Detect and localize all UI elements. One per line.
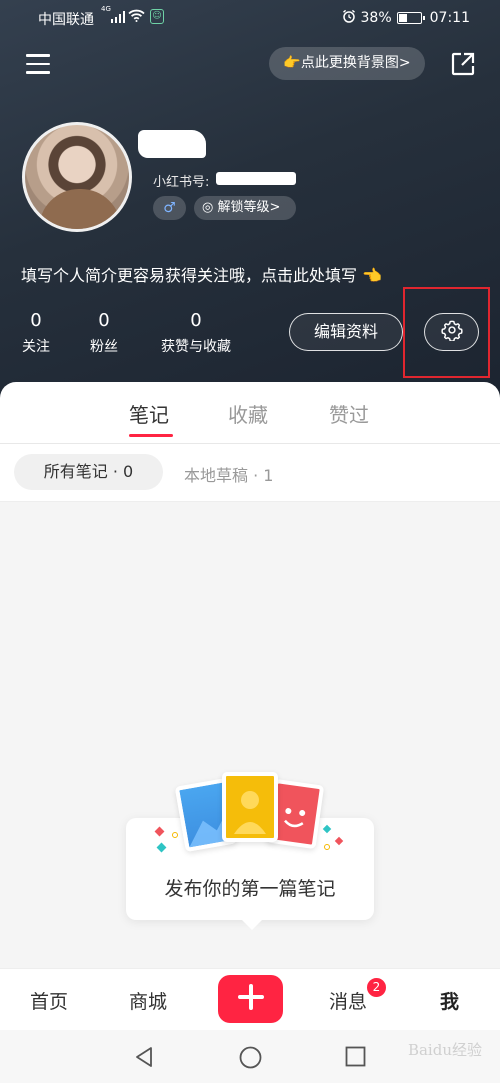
- tab-messages[interactable]: 消息: [329, 987, 367, 1014]
- username-redacted: [138, 130, 206, 158]
- watermark-logo: Baidu经验: [407, 1041, 482, 1059]
- recents-icon[interactable]: [345, 1046, 366, 1071]
- clock: 07:11: [429, 10, 470, 26]
- gender-male-icon: ♂: [153, 196, 186, 220]
- stat-value: 0: [30, 310, 42, 331]
- edit-profile-button[interactable]: 编辑资料: [289, 313, 403, 351]
- alarm-icon: [342, 9, 356, 27]
- confetti-icon: [334, 836, 344, 846]
- change-background-button[interactable]: 👉点此更换背景图>: [269, 47, 425, 80]
- unlock-level-button[interactable]: ◎ 解锁等级>: [194, 196, 296, 220]
- message-count-badge: 2: [366, 977, 387, 998]
- tab-me[interactable]: 我: [440, 987, 459, 1014]
- tab-collections[interactable]: 收藏: [228, 399, 268, 428]
- wifi-icon: [128, 9, 145, 26]
- network-type: 4G: [101, 5, 111, 13]
- signal-icon: [111, 11, 125, 23]
- stat-likes-collects[interactable]: 0 获赞与收藏: [158, 310, 234, 356]
- tab-active-indicator: [129, 434, 173, 437]
- app-notification-icon: ☺: [150, 9, 164, 24]
- tab-home[interactable]: 首页: [30, 987, 68, 1014]
- filter-local-drafts[interactable]: 本地草稿 · 1: [184, 462, 273, 486]
- tab-mall[interactable]: 商城: [129, 987, 167, 1014]
- bio-prompt[interactable]: 填写个人简介更容易获得关注哦，点击此处填写 👈: [21, 262, 382, 286]
- confetti-icon: [154, 826, 165, 837]
- annotation-highlight-box: [403, 287, 490, 378]
- status-right: 38% 07:11: [342, 9, 470, 27]
- red-id-label: 小红书号:: [153, 175, 210, 190]
- menu-icon[interactable]: [26, 54, 50, 74]
- confetti-icon: [324, 844, 330, 850]
- stat-label: 获赞与收藏: [161, 339, 231, 355]
- tab-notes[interactable]: 笔记: [129, 399, 169, 428]
- stat-value: 0: [98, 310, 110, 331]
- plus-icon: [237, 984, 264, 1014]
- publish-button[interactable]: [218, 975, 283, 1023]
- profile-header: 中国联通 4G ☺ 38% 07:11 👉点此更换背景图> 小红书号: ♂ ◎ …: [0, 0, 500, 400]
- stat-following[interactable]: 0 关注: [22, 310, 50, 356]
- yellow-photo-icon: [222, 772, 278, 842]
- unlock-level-label: 解锁等级>: [217, 200, 281, 215]
- confetti-icon: [172, 832, 178, 838]
- battery-percent: 38%: [360, 10, 392, 26]
- tab-liked[interactable]: 赞过: [329, 399, 369, 428]
- note-filters: 所有笔记 · 0 本地草稿 · 1: [0, 444, 500, 502]
- confetti-icon: [322, 824, 332, 834]
- share-icon[interactable]: [450, 51, 476, 77]
- system-navigation-bar: Baidu经验: [0, 1030, 500, 1083]
- status-bar: 中国联通 4G ☺ 38% 07:11: [0, 0, 500, 34]
- filter-all-notes[interactable]: 所有笔记 · 0: [14, 454, 163, 490]
- empty-state-text: 发布你的第一篇笔记: [164, 878, 336, 900]
- bottom-tab-bar: 首页 商城 消息 2 我: [0, 968, 500, 1030]
- home-icon[interactable]: [239, 1046, 262, 1073]
- stat-followers[interactable]: 0 粉丝: [89, 310, 119, 356]
- carrier-name: 中国联通: [38, 12, 94, 28]
- content-tabs: 笔记 收藏 赞过: [0, 382, 500, 444]
- red-id-redacted: [216, 172, 296, 185]
- battery-icon: [396, 12, 425, 24]
- stat-label: 粉丝: [90, 339, 118, 355]
- stat-value: 0: [190, 310, 202, 331]
- avatar[interactable]: [22, 122, 132, 232]
- back-icon[interactable]: [133, 1046, 155, 1072]
- stat-label: 关注: [22, 339, 50, 355]
- confetti-icon: [156, 842, 167, 853]
- medal-icon: ◎: [202, 200, 214, 215]
